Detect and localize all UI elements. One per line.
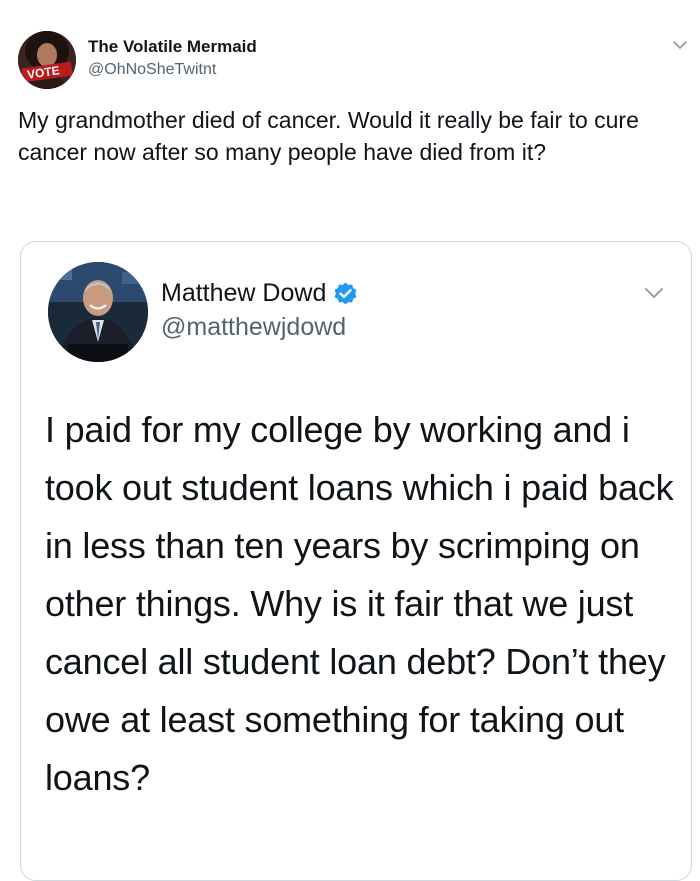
author-handle[interactable]: @matthewjdowd: [161, 312, 359, 342]
avatar[interactable]: VOTE: [18, 31, 76, 89]
quoted-tweet-text: I paid for my college by working and i t…: [45, 409, 674, 798]
chevron-down-icon[interactable]: [672, 39, 688, 51]
author-display-name[interactable]: The Volatile Mermaid: [88, 37, 257, 57]
outer-tweet-header: VOTE The Volatile Mermaid @OhNoSheTwitnt: [18, 31, 688, 95]
author-display-name[interactable]: Matthew Dowd: [161, 278, 326, 308]
outer-author[interactable]: The Volatile Mermaid @OhNoSheTwitnt: [88, 37, 257, 81]
avatar[interactable]: [48, 262, 148, 362]
avatar-image: VOTE: [18, 31, 76, 89]
quoted-tweet-card[interactable]: Matthew Dowd @matthewjdowd I paid for my…: [20, 241, 692, 881]
verified-badge-icon: [334, 282, 357, 304]
display-name-row: Matthew Dowd: [161, 278, 359, 308]
avatar-image: [48, 262, 148, 362]
quoted-author[interactable]: Matthew Dowd @matthewjdowd: [161, 278, 359, 342]
chevron-down-icon[interactable]: [644, 286, 664, 300]
author-handle[interactable]: @OhNoSheTwitnt: [88, 59, 257, 81]
tweet-text: My grandmother died of cancer. Would it …: [18, 107, 639, 165]
